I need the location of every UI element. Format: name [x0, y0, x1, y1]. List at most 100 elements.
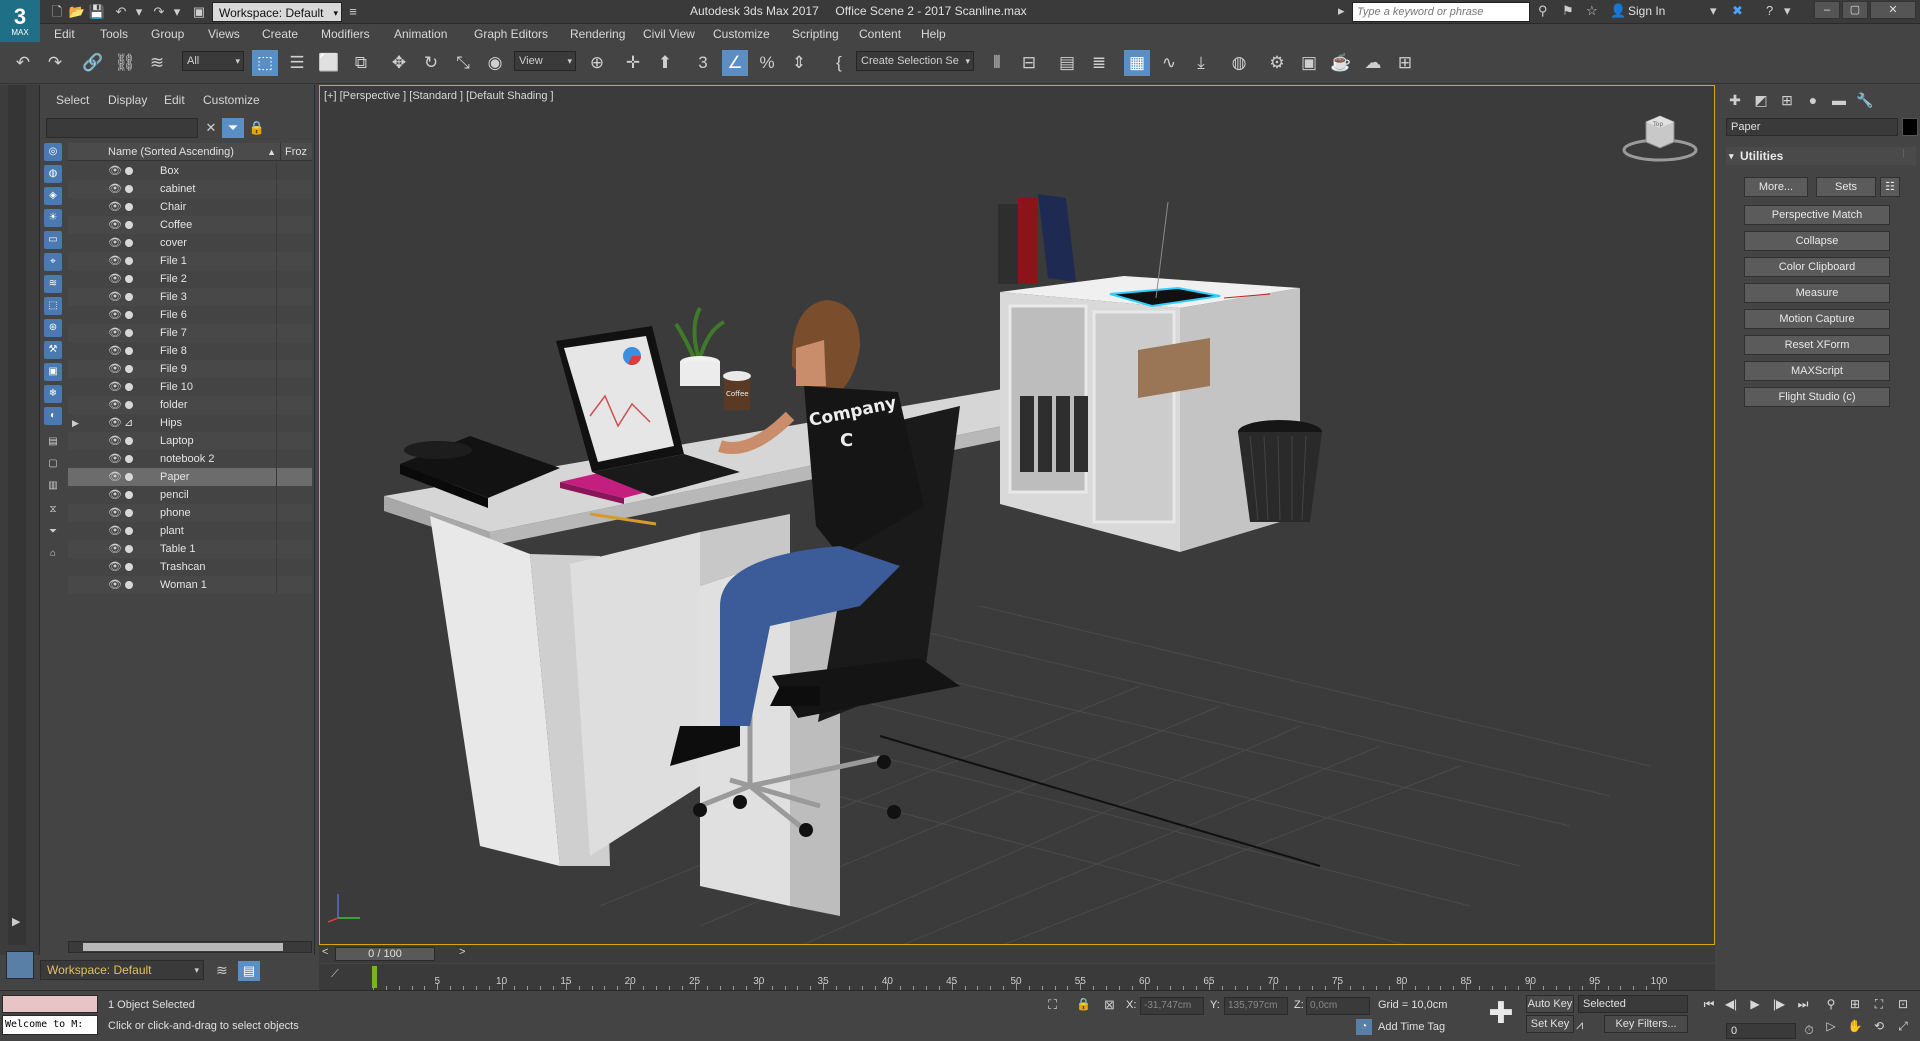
layers-icon[interactable]: ≋ [216, 962, 228, 979]
clear-search-icon[interactable]: ✕ [200, 118, 222, 138]
rollout-settings-icon[interactable]: ⁞ [1902, 149, 1905, 160]
viewport-layout-icon[interactable] [6, 951, 34, 979]
time-configuration-icon[interactable]: ⏱ [1800, 1021, 1818, 1039]
visibility-eye-icon[interactable]: 👁 [108, 198, 122, 216]
menu-edit[interactable]: Edit [54, 27, 75, 41]
scene-explorer-mode-icon[interactable]: ▤ [238, 961, 260, 981]
align-icon[interactable]: ⊟ [1016, 50, 1042, 76]
display-groups-icon[interactable]: ⬚ [44, 297, 62, 315]
display-all-icon[interactable]: ▤ [44, 433, 62, 451]
explorer-menu-edit[interactable]: Edit [164, 93, 185, 107]
z-coordinate-field[interactable]: 0,0cm [1306, 997, 1370, 1015]
list-item[interactable]: 👁 pencil [68, 486, 312, 504]
visibility-eye-icon[interactable]: 👁 [108, 576, 122, 594]
rectangular-selection-icon[interactable]: ⬜ [316, 50, 342, 76]
sets-button[interactable]: Sets [1816, 177, 1876, 197]
more-utilities-button[interactable]: More... [1744, 177, 1808, 197]
display-xrefs-icon[interactable]: ⊛ [44, 319, 62, 337]
color-clipboard-button[interactable]: Color Clipboard [1744, 257, 1890, 277]
menu-animation[interactable]: Animation [394, 27, 447, 41]
collapse-button[interactable]: Collapse [1744, 231, 1890, 251]
renderable-dot-icon[interactable] [125, 365, 133, 373]
list-item[interactable]: 👁 Table 1 [68, 540, 312, 558]
list-item[interactable]: 👁 File 3 [68, 288, 312, 306]
rendered-frame-window-icon[interactable]: ▣ [1296, 50, 1322, 76]
orbit-icon[interactable]: ⟲ [1870, 1017, 1888, 1035]
list-item[interactable]: 👁 File 8 [68, 342, 312, 360]
renderable-dot-icon[interactable] [125, 509, 133, 517]
project-folder-icon[interactable]: ▣ [190, 3, 208, 21]
use-pivot-center-icon[interactable]: ⊕ [584, 50, 610, 76]
renderable-dot-icon[interactable] [125, 257, 133, 265]
mirror-icon[interactable]: ⫴ [984, 50, 1010, 76]
renderable-dot-icon[interactable] [125, 437, 133, 445]
select-manipulate-icon[interactable]: ✛ [620, 50, 646, 76]
visibility-eye-icon[interactable]: 👁 [108, 414, 122, 432]
time-cursor[interactable] [372, 966, 377, 988]
curve-editor-icon[interactable]: ∿ [1156, 50, 1182, 76]
motion-capture-button[interactable]: Motion Capture [1744, 309, 1890, 329]
add-time-tag[interactable]: Add Time Tag [1378, 1021, 1445, 1033]
maxscript-button[interactable]: MAXScript [1744, 361, 1890, 381]
time-tag-icon[interactable]: ◔ [1356, 1019, 1372, 1035]
list-item[interactable]: 👁 Woman 1 [68, 576, 312, 594]
next-frame-icon[interactable]: |▶ [1770, 995, 1788, 1013]
list-item[interactable]: 👁 Laptop [68, 432, 312, 450]
list-item[interactable]: 👁 File 1 [68, 252, 312, 270]
flight-studio-button[interactable]: Flight Studio (c) [1744, 387, 1890, 407]
time-slider[interactable]: < 0 / 100 > [319, 945, 1715, 963]
select-by-name-icon[interactable]: ☰ [284, 50, 310, 76]
zoom-extents-icon[interactable]: ⛶ [1870, 995, 1888, 1013]
explorer-menu-display[interactable]: Display [108, 93, 147, 107]
list-item[interactable]: 👁 cabinet [68, 180, 312, 198]
renderable-dot-icon[interactable] [125, 545, 133, 553]
auto-key-button[interactable]: Auto Key [1526, 995, 1574, 1013]
renderable-dot-icon[interactable] [125, 491, 133, 499]
create-tab-icon[interactable]: ✚ [1724, 89, 1746, 111]
user-icon[interactable]: 👤 [1610, 3, 1626, 19]
renderable-dot-icon[interactable] [125, 293, 133, 301]
visibility-eye-icon[interactable]: 👁 [108, 342, 122, 360]
percent-snap-icon[interactable]: % [754, 50, 780, 76]
renderable-dot-icon[interactable] [125, 383, 133, 391]
select-and-rotate-icon[interactable]: ↻ [418, 50, 444, 76]
display-tab-icon[interactable]: ▬ [1828, 89, 1850, 111]
render-setup-icon[interactable]: ⚙ [1264, 50, 1290, 76]
material-editor-icon[interactable]: ◍ [1226, 50, 1252, 76]
display-none-icon[interactable]: ◎ [44, 143, 62, 161]
named-selection-dropdown[interactable]: Create Selection Se [856, 51, 974, 71]
renderable-dot-icon[interactable] [125, 473, 133, 481]
field-of-view-icon[interactable]: ▷ [1822, 1017, 1840, 1035]
motion-tab-icon[interactable]: ● [1802, 89, 1824, 111]
renderable-dot-icon[interactable] [125, 275, 133, 283]
go-to-start-icon[interactable]: ⏮ [1700, 995, 1718, 1013]
track-bar[interactable]: ⟋ 5 10 15 20 25 30 35 40 45 50 55 60 65 70 75 80 85 90 95 1… [319, 964, 1715, 990]
menu-modifiers[interactable]: Modifiers [321, 27, 370, 41]
window-crossing-icon[interactable]: ⧉ [348, 50, 374, 76]
undo-dropdown-icon[interactable]: ▾ [130, 3, 148, 21]
visibility-eye-icon[interactable]: 👁 [108, 216, 122, 234]
undo-icon[interactable]: ↶ [10, 50, 36, 76]
filter-toggle-icon[interactable]: ⏷ [44, 523, 62, 541]
close-icon[interactable]: ✕ [1870, 1, 1916, 19]
menu-create[interactable]: Create [262, 27, 298, 41]
menu-tools[interactable]: Tools [100, 27, 128, 41]
display-frozen-icon[interactable]: ❄ [44, 385, 62, 403]
render-production-icon[interactable]: ☕ [1328, 50, 1354, 76]
time-slider-thumb[interactable]: 0 / 100 [335, 947, 435, 961]
go-to-end-icon[interactable]: ⏭ [1794, 995, 1812, 1013]
snaps-toggle-icon[interactable]: 3 [690, 50, 716, 76]
perspective-viewport[interactable]: [+] [Perspective ] [Standard ] [Default … [319, 85, 1715, 945]
workspace-selector[interactable]: Workspace: Default [40, 960, 204, 980]
visibility-eye-icon[interactable]: 👁 [108, 234, 122, 252]
display-spacewarps-icon[interactable]: ≋ [44, 275, 62, 293]
renderable-dot-icon[interactable] [125, 167, 133, 175]
visibility-eye-icon[interactable]: 👁 [108, 450, 122, 468]
time-slider-next[interactable]: > [459, 946, 465, 958]
x-coordinate-field[interactable]: -31,747cm [1140, 997, 1204, 1015]
renderable-dot-icon[interactable] [125, 203, 133, 211]
edit-named-selection-icon[interactable]: { [826, 50, 852, 76]
list-item[interactable]: ▶ 👁 ⊿ Hips [68, 414, 312, 432]
visibility-eye-icon[interactable]: 👁 [108, 522, 122, 540]
visibility-eye-icon[interactable]: 👁 [108, 396, 122, 414]
